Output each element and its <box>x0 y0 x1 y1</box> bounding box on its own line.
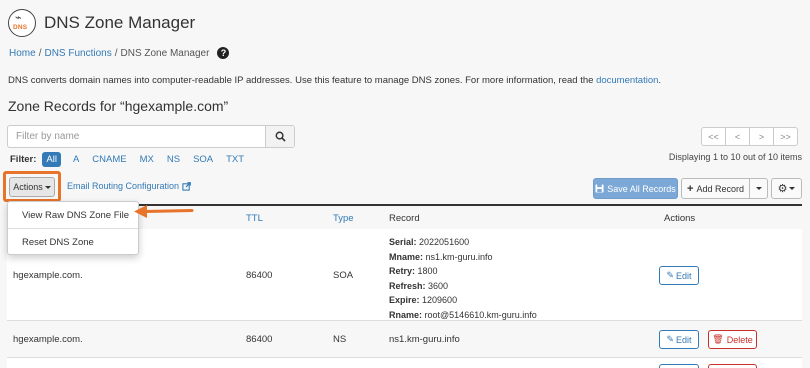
dns-logo: ⌁ DNS <box>8 9 36 37</box>
next-page-button[interactable]: > <box>749 127 774 146</box>
delete-label: Delete <box>726 334 753 345</box>
menu-divider <box>8 228 138 229</box>
record-name: hgexample.com. <box>13 334 83 345</box>
filter-chip-ns[interactable]: NS <box>167 154 180 165</box>
plus-icon: + <box>687 182 694 195</box>
filter-chip-cname[interactable]: CNAME <box>92 154 126 165</box>
column-header-type[interactable]: Type <box>333 213 354 224</box>
breadcrumb-home[interactable]: Home <box>9 48 36 59</box>
pencil-icon: ✎ <box>666 270 675 280</box>
breadcrumb-separator: / <box>114 47 118 59</box>
description-text: DNS converts domain names into computer-… <box>8 75 597 86</box>
zone-records-title: Zone Records for “hgexample.com” <box>8 98 229 114</box>
soa-refresh: Refresh: 3600 <box>389 280 449 291</box>
pencil-icon: ✎ <box>666 334 675 344</box>
filter-label: Filter: <box>10 154 37 165</box>
record-type-filter: Filter: All A CNAME MX NS SOA TXT <box>10 152 257 167</box>
last-page-button[interactable]: >> <box>773 127 798 146</box>
save-icon <box>595 184 604 193</box>
displaying-count: Displaying 1 to 10 out of 10 items <box>668 152 802 162</box>
edit-button[interactable] <box>659 364 699 368</box>
delete-button[interactable]: 🗑 Delete <box>708 330 757 349</box>
edit-label: Edit <box>676 270 692 281</box>
breadcrumb-separator: / <box>38 47 42 59</box>
save-all-records-button[interactable]: Save All Records <box>593 178 678 199</box>
record-name: hgexample.com. <box>13 270 83 281</box>
filter-chip-txt[interactable]: TXT <box>226 154 244 165</box>
edit-button[interactable]: ✎ Edit <box>659 330 699 349</box>
search-icon <box>275 131 286 142</box>
soa-rname: Rname: root@5146610.km-guru.info <box>389 309 537 320</box>
logo-text: DNS <box>13 24 28 31</box>
caret-down-icon <box>789 187 796 190</box>
first-page-button[interactable]: << <box>701 127 726 146</box>
filter-chip-mx[interactable]: MX <box>140 154 154 165</box>
filter-search-box <box>7 125 295 148</box>
breadcrumb-dns-functions[interactable]: DNS Functions <box>44 48 111 59</box>
record-ttl: 86400 <box>246 270 273 281</box>
add-record-button[interactable]: + Add Record <box>681 178 750 199</box>
menu-item-reset-zone[interactable]: Reset DNS Zone <box>22 237 94 248</box>
settings-button[interactable]: ⚙ <box>771 178 802 199</box>
search-button[interactable] <box>265 126 294 147</box>
prev-page-button[interactable]: < <box>725 127 750 146</box>
soa-mname: Mname: ns1.km-guru.info <box>389 251 493 262</box>
add-record-dropdown-toggle[interactable] <box>749 178 768 199</box>
soa-serial: Serial: 2022051600 <box>389 237 470 247</box>
filter-name-input[interactable] <box>8 126 265 147</box>
email-routing-link[interactable]: Email Routing Configuration <box>67 181 191 191</box>
soa-expire: Expire: 1209600 <box>389 295 458 305</box>
add-record-label: Add Record <box>696 183 744 194</box>
table-row <box>7 358 802 368</box>
soa-retry: Retry: 1800 <box>389 266 438 276</box>
actions-dropdown-menu: View Raw DNS Zone File Reset DNS Zone <box>7 201 139 255</box>
record-ttl: 86400 <box>246 334 273 345</box>
save-all-label: Save All Records <box>607 183 676 194</box>
caret-down-icon <box>755 187 762 190</box>
filter-chip-a[interactable]: A <box>73 154 79 165</box>
highlight-box <box>3 171 61 202</box>
filter-chip-soa[interactable]: SOA <box>193 154 213 165</box>
pagination: << < > >> <box>701 127 798 146</box>
page-description: DNS converts domain names into computer-… <box>8 75 661 86</box>
table-row: hgexample.com. 86400 NS ns1.km-guru.info… <box>7 321 802 358</box>
gear-icon: ⚙ <box>777 183 788 195</box>
column-header-record: Record <box>389 213 420 224</box>
description-tail: . <box>658 75 662 86</box>
help-icon[interactable]: ? <box>217 47 230 59</box>
record-type: NS <box>333 334 347 345</box>
column-header-ttl[interactable]: TTL <box>246 213 263 224</box>
record-details: ns1.km-guru.info <box>389 334 460 345</box>
trash-icon: 🗑 <box>712 334 724 344</box>
record-type: SOA <box>333 270 354 281</box>
email-routing-label: Email Routing Configuration <box>67 181 180 191</box>
edit-button[interactable]: ✎ Edit <box>659 266 699 285</box>
filter-chip-all[interactable]: All <box>42 152 61 167</box>
documentation-link[interactable]: documentation <box>596 75 658 86</box>
page-title: DNS Zone Manager <box>44 13 196 32</box>
signal-icon: ⌁ <box>15 12 22 24</box>
column-header-actions: Actions <box>664 213 696 224</box>
edit-label: Edit <box>676 334 692 345</box>
record-details: Serial: 2022051600 Mname: ns1.km-guru.in… <box>389 235 537 322</box>
annotation-arrow <box>134 205 194 218</box>
breadcrumb: Home / DNS Functions / DNS Zone Manager … <box>9 47 230 59</box>
app-header: ⌁ DNS DNS Zone Manager <box>8 8 195 38</box>
external-link-icon <box>182 181 191 191</box>
menu-item-view-raw-zone[interactable]: View Raw DNS Zone File <box>22 210 129 221</box>
delete-button[interactable] <box>708 364 757 368</box>
breadcrumb-current: DNS Zone Manager <box>120 47 210 59</box>
